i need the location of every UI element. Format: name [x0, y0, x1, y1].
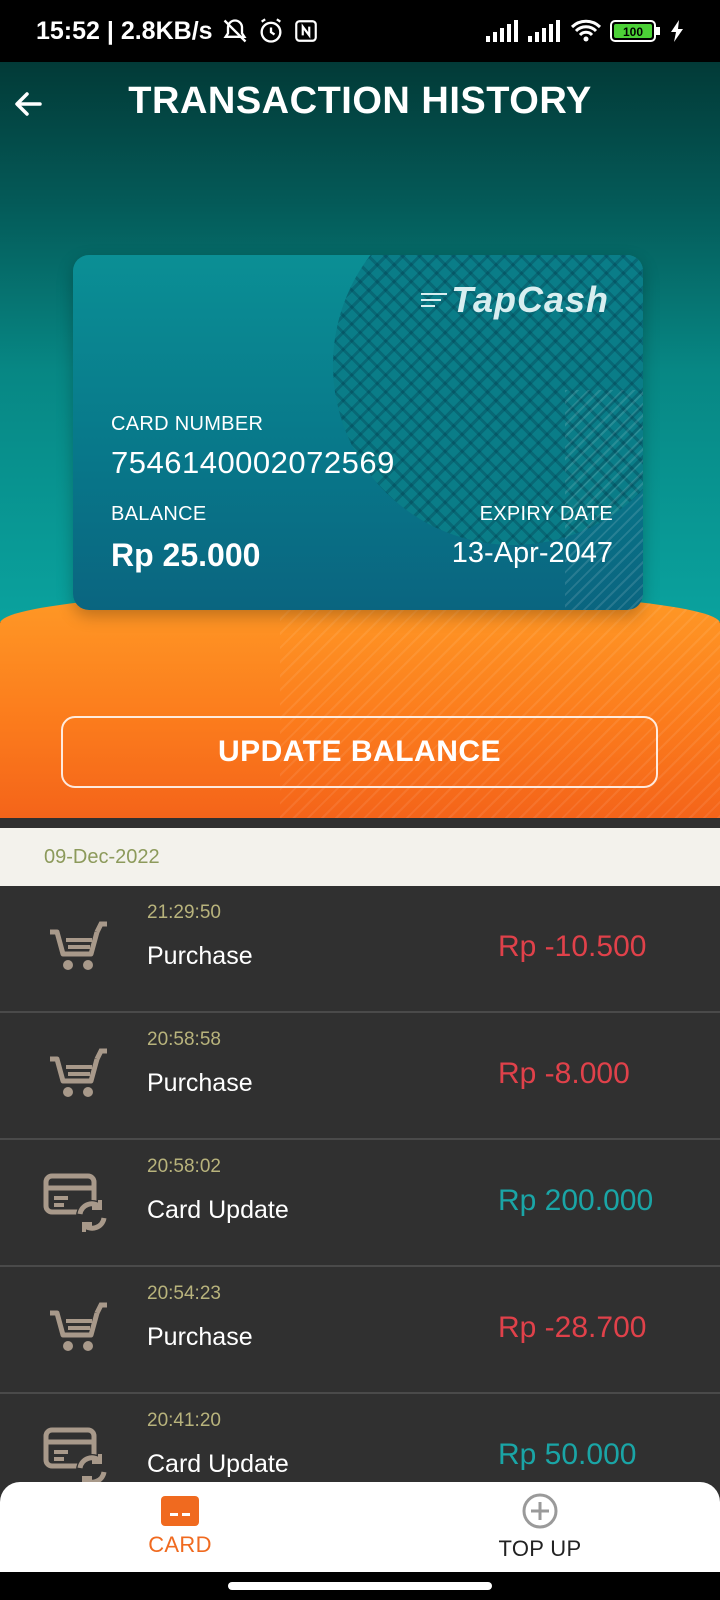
transaction-time: 20:41:20 [147, 1410, 221, 1431]
card-stripes [565, 390, 643, 610]
charging-icon [670, 20, 684, 42]
alarm-icon [257, 17, 285, 45]
transaction-amount: Rp -28.700 [498, 1311, 647, 1344]
muted-bell-icon [221, 17, 249, 45]
transaction-row[interactable]: 20:58:02 Card Update Rp 200.000 [0, 1140, 720, 1267]
brand-logo: TapCash [421, 279, 609, 321]
transaction-amount: Rp 50.000 [498, 1438, 637, 1471]
card-icon [161, 1496, 199, 1526]
transaction-row[interactable]: 21:29:50 Purchase Rp -10.500 [0, 886, 720, 1013]
transaction-amount: Rp 200.000 [498, 1184, 654, 1217]
expiry-label: EXPIRY DATE [479, 503, 613, 525]
cart-icon [50, 1048, 107, 1097]
card-update-icon [43, 1173, 108, 1232]
transaction-type: Purchase [147, 942, 253, 970]
transaction-row[interactable]: 20:58:58 Purchase Rp -8.000 [0, 1013, 720, 1140]
nav-top-up[interactable]: TOP UP [360, 1482, 720, 1572]
home-indicator[interactable] [228, 1582, 492, 1590]
cart-icon [50, 921, 107, 970]
signal-icon [528, 20, 562, 42]
nav-card-label: CARD [148, 1532, 212, 1557]
date-label: 09-Dec-2022 [44, 845, 160, 868]
signal-icon [486, 20, 520, 42]
tapcash-card: TapCash CARD NUMBER 7546140002072569 BAL… [73, 255, 643, 610]
battery-icon: 100 [610, 19, 662, 43]
transaction-type: Card Update [147, 1196, 289, 1224]
plus-circle-icon [522, 1493, 558, 1529]
nfc-icon [293, 18, 319, 44]
card-update-icon [43, 1427, 108, 1486]
nav-top-up-label: TOP UP [498, 1536, 582, 1561]
cart-icon [50, 1302, 107, 1351]
nav-card[interactable]: CARD [0, 1482, 360, 1572]
balance-label: BALANCE [111, 503, 207, 525]
wifi-icon [570, 19, 602, 43]
transaction-amount: Rp -8.000 [498, 1057, 630, 1090]
transaction-time: 20:58:02 [147, 1156, 221, 1177]
expiry-value: 13-Apr-2047 [451, 537, 613, 569]
transaction-type: Purchase [147, 1069, 253, 1097]
transaction-time: 21:29:50 [147, 902, 221, 923]
brand-name: TapCash [451, 279, 609, 320]
battery-level: 100 [623, 25, 643, 39]
page-title: TRANSACTION HISTORY [128, 80, 592, 122]
gesture-bar [0, 1572, 720, 1600]
date-header: 09-Dec-2022 [0, 828, 720, 886]
speed-lines-icon [421, 293, 448, 307]
transaction-row[interactable]: 20:54:23 Purchase Rp -28.700 [0, 1267, 720, 1394]
balance-value: Rp 25.000 [111, 537, 261, 573]
card-number-label: CARD NUMBER [111, 413, 264, 435]
transaction-time: 20:58:58 [147, 1029, 221, 1050]
bottom-navigation: CARD TOP UP [0, 1482, 720, 1572]
transaction-amount: Rp -10.500 [498, 930, 647, 963]
card-number: 7546140002072569 [111, 445, 395, 480]
transaction-type: Card Update [147, 1450, 289, 1478]
status-time: 15:52 | 2.8KB/s [36, 16, 213, 45]
transaction-type: Purchase [147, 1323, 253, 1351]
update-balance-button[interactable]: UPDATE BALANCE [61, 716, 658, 788]
transaction-time: 20:54:23 [147, 1283, 221, 1304]
status-bar: 15:52 | 2.8KB/s 100 [0, 0, 720, 62]
